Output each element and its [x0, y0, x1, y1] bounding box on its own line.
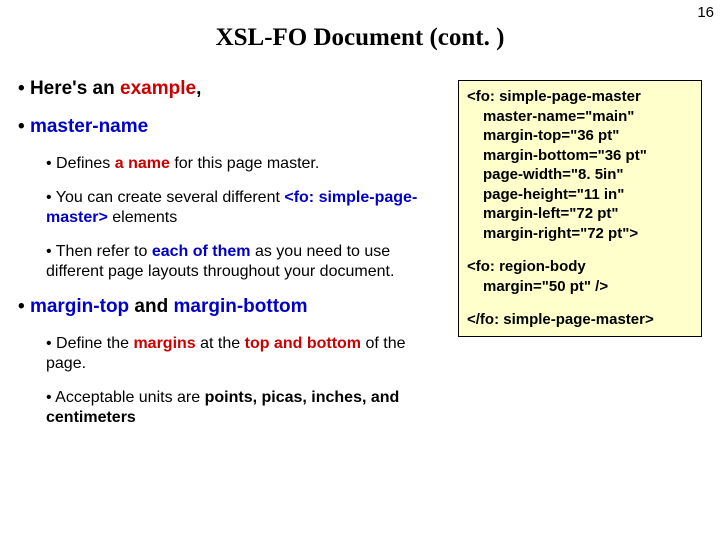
text-em: example	[120, 78, 196, 99]
text: for this page master.	[170, 155, 319, 172]
text: elements	[108, 209, 177, 226]
code-line: <fo: region-body	[467, 258, 586, 275]
text: You can create several different	[56, 189, 285, 206]
sub-bullet-refer: Then refer to each of them as you need t…	[46, 242, 446, 282]
sub-bullet-defines: Defines a name for this page master.	[46, 154, 446, 174]
content-area: Here's an example, master-name Defines a…	[0, 74, 720, 442]
code-line: margin-bottom="36 pt"	[467, 146, 693, 166]
text-em: top and bottom	[245, 335, 361, 352]
sub-bullet-several: You can create several different <fo: si…	[46, 188, 446, 228]
text-em: master-name	[30, 116, 148, 137]
text: Here's an	[30, 78, 120, 99]
text: and	[129, 296, 173, 317]
bullet-margins: margin-top and margin-bottom	[18, 296, 446, 318]
text: Defines	[56, 155, 115, 172]
left-column: Here's an example, master-name Defines a…	[18, 74, 458, 442]
page-title: XSL-FO Document (cont. )	[0, 0, 720, 52]
sub-bullet-define-margins: Define the margins at the top and bottom…	[46, 334, 446, 374]
code-line: </fo: simple-page-master>	[467, 311, 654, 328]
text-em: each of them	[152, 243, 251, 260]
bullet-master-name: master-name	[18, 116, 446, 138]
code-line: margin-right="72 pt">	[467, 224, 693, 244]
text: at the	[196, 335, 245, 352]
code-gap	[467, 296, 693, 310]
code-line: margin="50 pt" />	[467, 277, 693, 297]
text-em: margins	[133, 335, 195, 352]
text-em: margin-bottom	[174, 296, 308, 317]
code-line: page-height="11 in"	[467, 185, 693, 205]
sub-bullet-units: Acceptable units are points, picas, inch…	[46, 388, 446, 428]
right-column: <fo: simple-page-master master-name="mai…	[458, 74, 702, 442]
text: ,	[196, 78, 201, 99]
text: Acceptable units are	[55, 389, 204, 406]
code-gap	[467, 243, 693, 257]
text: Then refer to	[56, 243, 152, 260]
code-line: <fo: simple-page-master	[467, 88, 641, 105]
page-number: 16	[697, 4, 714, 21]
code-line: margin-left="72 pt"	[467, 204, 693, 224]
text-em: a name	[115, 155, 170, 172]
code-line: margin-top="36 pt"	[467, 126, 693, 146]
text-em: margin-top	[30, 296, 129, 317]
code-line: page-width="8. 5in"	[467, 165, 693, 185]
code-box: <fo: simple-page-master master-name="mai…	[458, 80, 702, 337]
bullet-example: Here's an example,	[18, 78, 446, 100]
text: Define the	[56, 335, 133, 352]
code-line: master-name="main"	[467, 107, 693, 127]
